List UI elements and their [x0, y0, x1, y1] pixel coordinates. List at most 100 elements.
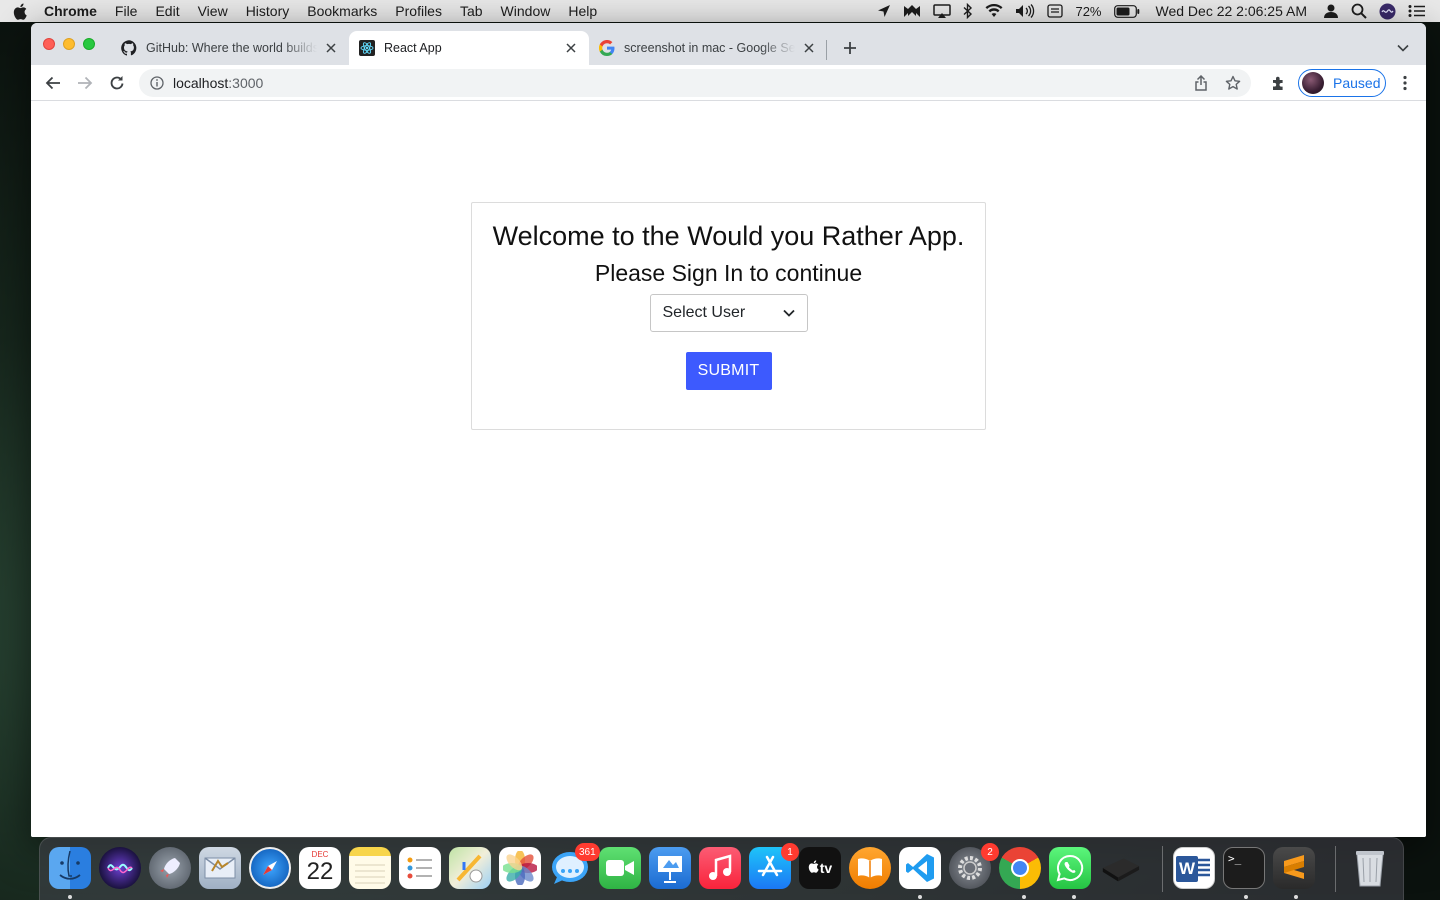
siri-app-icon[interactable]	[99, 847, 141, 889]
tab-google-search[interactable]: screenshot in mac - Google Search	[589, 31, 827, 65]
word-icon[interactable]: W	[1173, 847, 1215, 889]
menu-help[interactable]: Help	[559, 0, 606, 22]
extensions-puzzle-icon[interactable]	[1267, 71, 1291, 95]
facetime-icon[interactable]	[599, 847, 641, 889]
trash-icon[interactable]	[1349, 847, 1391, 889]
new-tab-plus-icon[interactable]	[839, 37, 861, 59]
google-icon	[599, 40, 615, 56]
running-indicator	[918, 895, 922, 899]
finder-icon[interactable]	[49, 847, 91, 889]
sublime-text-icon[interactable]	[1273, 847, 1315, 889]
messages-badge: 361	[575, 843, 600, 861]
bookmark-star-icon[interactable]	[1219, 69, 1247, 97]
books-icon[interactable]	[849, 847, 891, 889]
menu-file[interactable]: File	[106, 0, 147, 22]
wifi-icon[interactable]	[979, 0, 1009, 22]
whatsapp-icon[interactable]	[1049, 847, 1091, 889]
tab-close-icon[interactable]	[563, 40, 579, 56]
location-arrow-icon[interactable]	[871, 0, 897, 22]
browser-toolbar: localhost:3000 Paused	[31, 65, 1426, 101]
battery-icon[interactable]	[1108, 0, 1146, 22]
dock-separator	[1335, 846, 1336, 892]
url-host: localhost	[173, 75, 229, 91]
menu-profiles[interactable]: Profiles	[386, 0, 451, 22]
menu-window[interactable]: Window	[492, 0, 560, 22]
tab-close-icon[interactable]	[801, 40, 817, 56]
launchpad-icon[interactable]	[149, 847, 191, 889]
back-arrow-icon[interactable]	[37, 67, 69, 99]
music-icon[interactable]	[699, 847, 741, 889]
macos-menu-bar: Chrome File Edit View History Bookmarks …	[0, 0, 1440, 22]
mail-icon[interactable]	[199, 847, 241, 889]
apple-tv-logo-icon	[808, 860, 819, 876]
control-center-icon[interactable]	[1402, 0, 1432, 22]
battery-percent: 72%	[1075, 3, 1102, 19]
reload-icon[interactable]	[101, 67, 133, 99]
menu-bookmarks[interactable]: Bookmarks	[298, 0, 386, 22]
terminal-icon[interactable]: >_	[1223, 847, 1265, 889]
menu-app-name[interactable]: Chrome	[40, 0, 106, 22]
tab-title: GitHub: Where the world builds software	[146, 41, 317, 55]
user-icon[interactable]	[1317, 0, 1345, 22]
safari-icon[interactable]	[249, 847, 291, 889]
tab-close-icon[interactable]	[323, 40, 339, 56]
calendar-icon[interactable]: DEC 22	[299, 847, 341, 889]
apple-menu-icon[interactable]	[0, 3, 40, 20]
keyboard-input-icon[interactable]	[1041, 0, 1069, 22]
macos-dock: DEC 22 361 1 tv 2 W >_	[39, 837, 1404, 900]
minimize-window-button[interactable]	[63, 38, 75, 50]
url-text[interactable]: localhost:3000	[173, 75, 1187, 91]
menubar-clock[interactable]: Wed Dec 22 2:06:25 AM	[1146, 0, 1318, 22]
menu-history[interactable]: History	[237, 0, 299, 22]
menu-tab[interactable]: Tab	[451, 0, 492, 22]
tab-search-chevron-icon[interactable]	[1394, 39, 1412, 57]
page-title: Welcome to the Would you Rather App.	[492, 221, 965, 251]
airplay-icon[interactable]	[927, 0, 957, 22]
photos-icon[interactable]	[499, 847, 541, 889]
running-indicator	[68, 895, 72, 899]
apple-tv-label: tv	[819, 860, 833, 876]
vscode-icon[interactable]	[899, 847, 941, 889]
chrome-icon[interactable]	[999, 847, 1041, 889]
reminders-icon[interactable]	[399, 847, 441, 889]
menu-edit[interactable]: Edit	[146, 0, 188, 22]
github-icon	[121, 40, 137, 56]
site-info-icon[interactable]	[149, 75, 165, 91]
page-viewport: Welcome to the Would you Rather App. Ple…	[31, 102, 1426, 837]
address-bar[interactable]: localhost:3000	[139, 69, 1251, 97]
notes-icon[interactable]	[349, 847, 391, 889]
apple-tv-icon[interactable]: tv	[799, 847, 841, 889]
profile-button[interactable]: Paused	[1298, 69, 1386, 97]
user-select-dropdown[interactable]: Select User	[649, 294, 808, 332]
tab-strip: GitHub: Where the world builds software …	[31, 23, 1426, 65]
avatar	[1302, 72, 1324, 94]
terminal-prompt: >_	[1228, 852, 1242, 865]
forward-arrow-icon[interactable]	[69, 67, 101, 99]
zoom-window-button[interactable]	[83, 38, 95, 50]
malwarebytes-icon[interactable]	[897, 0, 927, 22]
url-port: :3000	[228, 75, 264, 91]
sign-in-card: Welcome to the Would you Rather App. Ple…	[471, 202, 986, 430]
system-preferences-badge: 2	[981, 843, 999, 861]
running-indicator	[1244, 895, 1248, 899]
volume-icon[interactable]	[1009, 0, 1041, 22]
profile-status-label: Paused	[1333, 75, 1381, 91]
running-indicator	[1294, 895, 1298, 899]
tab-separator	[826, 40, 827, 60]
siri-icon[interactable]	[1373, 0, 1402, 22]
tab-react-app[interactable]: React App	[349, 31, 589, 65]
tab-title: React App	[384, 41, 442, 55]
more-menu-icon[interactable]	[1393, 71, 1417, 95]
user-select-value: Select User	[662, 304, 746, 321]
maps-icon[interactable]	[449, 847, 491, 889]
tab-github[interactable]: GitHub: Where the world builds software	[111, 31, 349, 65]
menu-view[interactable]: View	[189, 0, 237, 22]
close-window-button[interactable]	[43, 38, 55, 50]
keynote-icon[interactable]	[649, 847, 691, 889]
bluetooth-icon[interactable]	[957, 0, 979, 22]
spotlight-search-icon[interactable]	[1345, 0, 1373, 22]
submit-button[interactable]: SUBMIT	[685, 352, 772, 390]
device-app-icon[interactable]	[1099, 847, 1141, 889]
share-icon[interactable]	[1187, 69, 1215, 97]
app-store-badge: 1	[781, 843, 799, 861]
